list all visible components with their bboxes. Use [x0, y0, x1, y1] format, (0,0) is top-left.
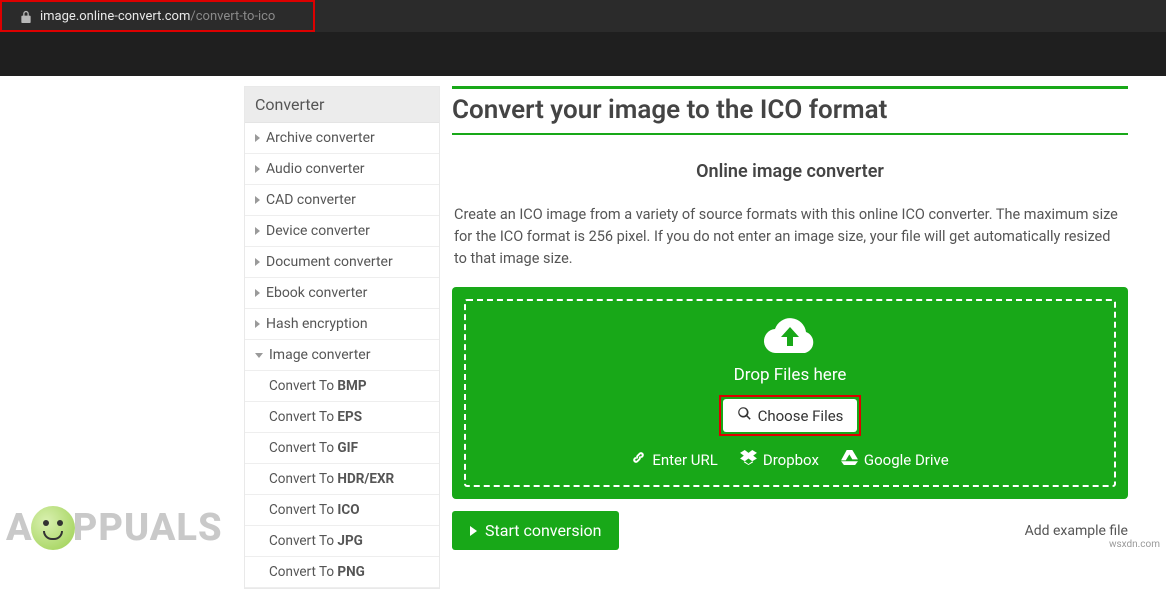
subitem-prefix: Convert To: [269, 378, 337, 394]
site-topbar: [0, 32, 1166, 76]
sidebar-item-label: Hash encryption: [266, 316, 368, 332]
subitem-prefix: Convert To: [269, 533, 337, 549]
subitem-ico[interactable]: Convert To ICO: [245, 495, 439, 526]
sidebar-item-audio[interactable]: Audio converter: [245, 154, 439, 185]
add-example-file-link[interactable]: Add example file: [1025, 523, 1128, 539]
option-label: Google Drive: [864, 451, 949, 469]
upload-dropzone[interactable]: Drop Files here Choose Files Enter URL: [452, 287, 1128, 499]
dropbox-option[interactable]: Dropbox: [740, 450, 819, 469]
drop-files-label: Drop Files here: [734, 365, 847, 385]
subitem-format: ICO: [337, 502, 359, 518]
caret-right-icon: [255, 196, 260, 204]
subitem-prefix: Convert To: [269, 440, 337, 456]
sidebar-item-label: Document converter: [266, 254, 393, 270]
page-description: Create an ICO image from a variety of so…: [452, 204, 1128, 269]
subitem-bmp[interactable]: Convert To BMP: [245, 371, 439, 402]
cloud-upload-icon: [763, 315, 817, 359]
link-icon: [631, 450, 646, 469]
sidebar-item-label: Ebook converter: [266, 285, 367, 301]
search-icon: [737, 406, 752, 425]
sidebar-item-image[interactable]: Image converter: [245, 340, 439, 371]
enter-url-option[interactable]: Enter URL: [631, 450, 718, 469]
subitem-format: JPG: [337, 533, 362, 549]
option-label: Enter URL: [652, 451, 718, 469]
address-bar[interactable]: image.online-convert.com/convert-to-ico: [0, 0, 315, 32]
choose-files-highlight: Choose Files: [719, 395, 862, 436]
caret-right-icon: [255, 258, 260, 266]
choose-files-label: Choose Files: [758, 407, 844, 425]
sidebar-item-label: Archive converter: [266, 130, 375, 146]
url-host: image.online-convert.com: [40, 9, 190, 24]
main-panel: Convert your image to the ICO format Onl…: [440, 86, 1150, 589]
subitem-prefix: Convert To: [269, 564, 337, 580]
address-bar-background: image.online-convert.com/convert-to-ico: [0, 0, 1166, 32]
caret-right-icon: [255, 227, 260, 235]
sidebar-item-device[interactable]: Device converter: [245, 216, 439, 247]
caret-right-icon: [255, 289, 260, 297]
sidebar-item-label: Image converter: [269, 347, 370, 363]
subitem-format: HDR/EXR: [337, 471, 394, 487]
converter-sidebar: Converter Archive converter Audio conver…: [244, 86, 440, 589]
sidebar-item-label: Device converter: [266, 223, 370, 239]
subitem-format: PNG: [337, 564, 364, 580]
caret-right-icon: [255, 320, 260, 328]
caret-down-icon: [255, 353, 263, 358]
sidebar-item-ebook[interactable]: Ebook converter: [245, 278, 439, 309]
sidebar-item-document[interactable]: Document converter: [245, 247, 439, 278]
subitem-prefix: Convert To: [269, 502, 337, 518]
start-conversion-button[interactable]: Start conversion: [452, 511, 619, 550]
watermark-pre: A: [6, 506, 33, 550]
lock-icon: [20, 10, 32, 23]
sidebar-item-label: Audio converter: [266, 161, 365, 177]
page-title: Convert your image to the ICO format: [452, 95, 1128, 131]
subitem-png[interactable]: Convert To PNG: [245, 557, 439, 588]
google-drive-option[interactable]: Google Drive: [841, 450, 949, 469]
sidebar-item-archive[interactable]: Archive converter: [245, 123, 439, 154]
subitem-eps[interactable]: Convert To EPS: [245, 402, 439, 433]
subitem-jpg[interactable]: Convert To JPG: [245, 526, 439, 557]
image-credit: wsxdn.com: [1109, 539, 1160, 550]
subitem-prefix: Convert To: [269, 409, 337, 425]
subitem-prefix: Convert To: [269, 471, 337, 487]
top-rule: [452, 86, 1128, 89]
bottom-actions-row: Start conversion Add example file: [452, 511, 1128, 550]
caret-right-icon: [255, 165, 260, 173]
dropbox-icon: [740, 450, 757, 469]
watermark-face-icon: [31, 506, 75, 550]
option-label: Dropbox: [763, 451, 819, 469]
subitem-gif[interactable]: Convert To GIF: [245, 433, 439, 464]
subitem-format: GIF: [337, 440, 358, 456]
play-icon: [470, 526, 477, 536]
subitem-hdr[interactable]: Convert To HDR/EXR: [245, 464, 439, 495]
choose-files-button[interactable]: Choose Files: [723, 399, 858, 432]
sidebar-item-label: CAD converter: [266, 192, 356, 208]
sidebar-heading: Converter: [245, 87, 439, 123]
url-path: /convert-to-ico: [190, 9, 275, 24]
page-subheading: Online image converter: [452, 161, 1128, 182]
sidebar-item-hash[interactable]: Hash encryption: [245, 309, 439, 340]
start-button-label: Start conversion: [485, 521, 601, 540]
subitem-format: EPS: [337, 409, 362, 425]
sidebar-item-cad[interactable]: CAD converter: [245, 185, 439, 216]
dropzone-inner: Drop Files here Choose Files Enter URL: [464, 299, 1116, 487]
subitem-format: BMP: [337, 378, 366, 394]
appuals-watermark: A PPUALS: [6, 506, 223, 550]
watermark-post: PPUALS: [73, 506, 223, 550]
title-rule: [452, 133, 1128, 135]
cloud-options-row: Enter URL Dropbox Google Drive: [631, 450, 948, 469]
gdrive-icon: [841, 450, 858, 469]
caret-right-icon: [255, 134, 260, 142]
